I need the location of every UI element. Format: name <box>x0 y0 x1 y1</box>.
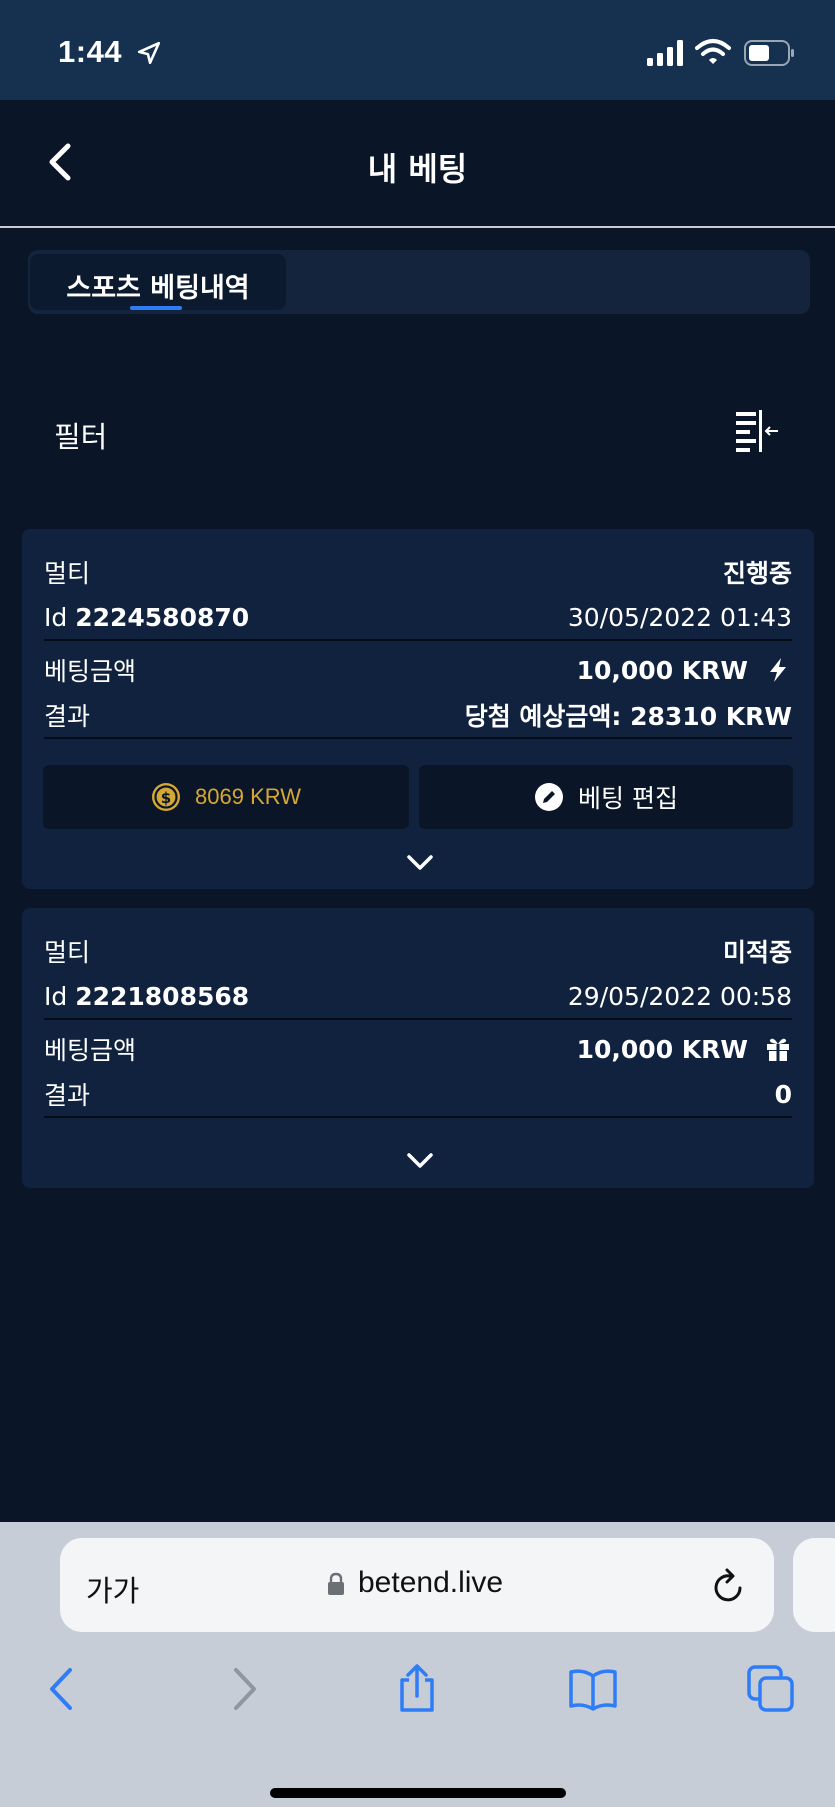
tab-sports-bets[interactable]: 스포츠 베팅내역 <box>30 254 286 310</box>
filter-label[interactable]: 필터 <box>54 414 107 456</box>
tab-label: 스포츠 베팅내역 <box>66 273 250 304</box>
cashout-currency: KRW <box>250 784 301 809</box>
bookmarks-icon[interactable] <box>568 1664 618 1714</box>
tabs-icon[interactable] <box>746 1664 796 1714</box>
browser-toolbar: 가가 betend.live <box>0 1522 835 1807</box>
lock-icon <box>328 1572 344 1595</box>
divider <box>44 1116 792 1118</box>
bet-card: 멀티 미적중 Id 2221808568 29/05/2022 00:58 베팅… <box>22 908 814 1188</box>
lightning-icon <box>770 658 786 682</box>
bet-date: 30/05/2022 01:43 <box>567 602 792 632</box>
bet-card: 멀티 진행중 Id 2224580870 30/05/2022 01:43 베팅… <box>22 529 814 889</box>
browser-forward-icon[interactable] <box>218 1664 268 1714</box>
bet-type-row: 멀티 진행중 <box>44 552 792 592</box>
bet-result-label: 결과 <box>44 702 91 731</box>
bet-result-row: 결과 0 <box>44 1074 792 1114</box>
bet-amount-row: 베팅금액 10,000 KRW <box>44 650 792 690</box>
bet-result: 당첨 예상금액: 28310 KRW <box>464 702 792 731</box>
bet-id-row: Id 2224580870 30/05/2022 01:43 <box>44 597 792 637</box>
bet-date: 29/05/2022 00:58 <box>567 981 792 1011</box>
bet-amount-row: 베팅금액 10,000 KRW <box>44 1029 792 1069</box>
text-size-button[interactable]: 가가 <box>86 1568 139 1610</box>
share-icon[interactable] <box>392 1664 442 1714</box>
divider <box>44 1018 792 1020</box>
bet-type-row: 멀티 미적중 <box>44 931 792 971</box>
next-tab-preview[interactable] <box>793 1538 835 1632</box>
cashout-button[interactable]: $ 8069 KRW <box>43 765 409 829</box>
bet-id-prefix: Id <box>44 602 68 632</box>
bet-amount: 10,000 KRW <box>576 1034 748 1064</box>
bet-amount-label: 베팅금액 <box>44 657 137 686</box>
svg-text:$: $ <box>161 789 171 807</box>
chevron-down-icon[interactable] <box>406 854 434 872</box>
status-bar: 1:44 <box>0 0 835 100</box>
bet-status: 진행중 <box>722 559 792 588</box>
tab-active-indicator <box>130 306 182 310</box>
bet-amount: 10,000 KRW <box>576 655 748 685</box>
address-bar[interactable]: 가가 betend.live <box>60 1538 774 1632</box>
bet-result-label: 결과 <box>44 1081 91 1110</box>
chevron-down-icon[interactable] <box>406 1152 434 1170</box>
app-header: 내 베팅 <box>0 100 835 228</box>
tabs-bar: 스포츠 베팅내역 <box>28 250 810 314</box>
home-indicator <box>270 1788 566 1798</box>
bet-id: 2221808568 <box>75 981 250 1011</box>
bet-id-prefix: Id <box>44 981 68 1011</box>
coin-icon: $ <box>151 783 180 811</box>
browser-back-icon[interactable] <box>38 1664 88 1714</box>
location-arrow-icon <box>137 41 161 65</box>
bet-result: 0 <box>774 1079 792 1109</box>
bet-amount-label: 베팅금액 <box>44 1036 137 1065</box>
wifi-icon <box>695 39 731 64</box>
pencil-icon <box>535 783 564 811</box>
bet-type: 멀티 <box>44 559 91 588</box>
status-time: 1:44 <box>58 34 123 69</box>
cashout-amount: 8069 <box>194 784 244 809</box>
bet-id-row: Id 2221808568 29/05/2022 00:58 <box>44 976 792 1016</box>
bet-type: 멀티 <box>44 938 91 967</box>
battery-icon <box>744 40 794 66</box>
edit-bet-label: 베팅 편집 <box>578 784 678 813</box>
cellular-signal-icon <box>647 40 683 66</box>
page-title: 내 베팅 <box>367 150 468 188</box>
bet-result-row: 결과 당첨 예상금액: 28310 KRW <box>44 695 792 735</box>
bet-status: 미적중 <box>722 938 792 967</box>
reload-icon[interactable] <box>710 1566 748 1606</box>
divider <box>44 737 792 739</box>
url-text: betend.live <box>358 1566 504 1599</box>
divider <box>44 639 792 641</box>
filter-collapse-icon[interactable] <box>734 408 782 454</box>
bet-id: 2224580870 <box>75 602 250 632</box>
edit-bet-button[interactable]: 베팅 편집 <box>419 765 793 829</box>
gift-icon <box>767 1038 789 1061</box>
